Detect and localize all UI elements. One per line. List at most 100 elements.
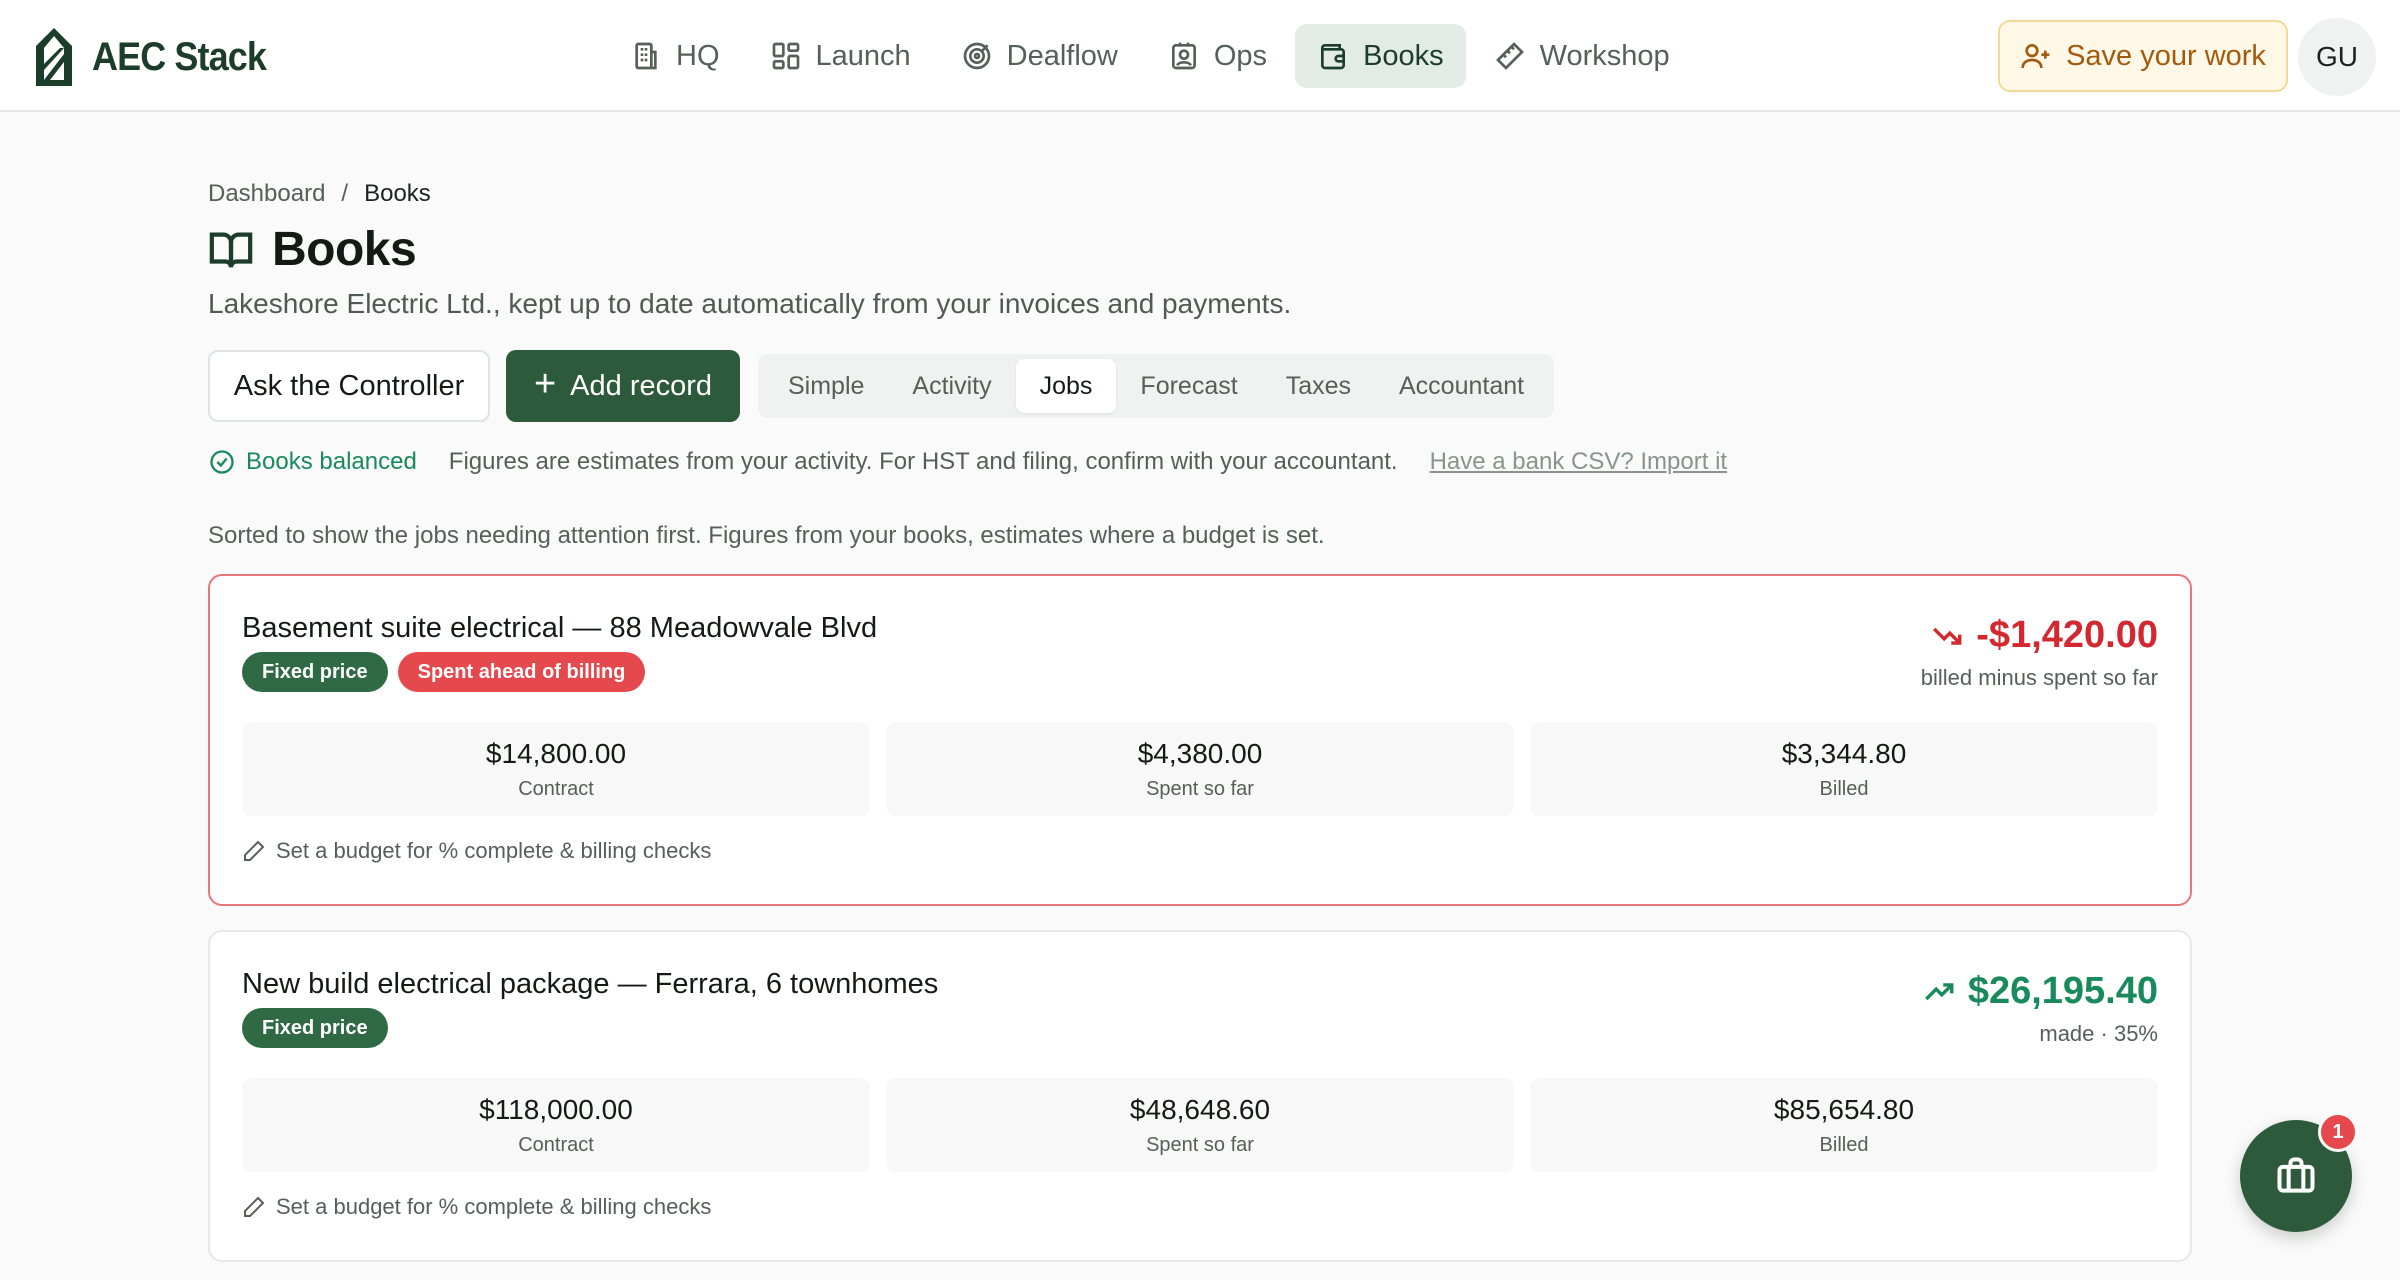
main-nav: HQ Launch Dealflow Ops Books Workshop [608,24,1692,88]
margin-value: $26,195.40 [1967,970,2158,1012]
pencil-icon [244,840,265,861]
job-title: Basement suite electrical — 88 Meadowval… [242,612,878,644]
plus-icon: + [533,363,557,405]
nav-item-launch[interactable]: Launch [748,24,933,88]
margin-caption: billed minus spent so far [1920,665,2158,690]
fixed-price-badge: Fixed price [242,652,388,692]
job-margin: -$1,420.00 billed minus spent so far [1921,614,2158,691]
nav-label: Workshop [1539,39,1670,72]
breadcrumb-separator: / [341,180,349,207]
top-nav-bar: AEC Stack HQ Launch Dealflow Ops Books W… [0,0,2400,112]
nav-item-hq[interactable]: HQ [608,24,742,88]
grid-icon [772,42,799,70]
margin-amount: $26,195.40 [1922,970,2158,1013]
spent-label: Spent so far [1146,1133,1254,1156]
set-budget-label: Set a budget for % complete & billing ch… [276,838,712,863]
open-book-icon [209,232,253,268]
billed-stat: $3,344.80 Billed [1530,722,2158,816]
sorted-note: Sorted to show the jobs needing attentio… [208,522,1325,549]
ruler-icon [1495,42,1524,70]
breadcrumb-dashboard-link[interactable]: Dashboard [208,180,325,208]
tab-accountant[interactable]: Accountant [1375,359,1548,413]
tab-jobs[interactable]: Jobs [1015,359,1117,413]
spent-stat: $48,648.60 Spent so far [886,1078,1514,1172]
billed-value: $3,344.80 [1781,737,1907,769]
set-budget-link[interactable]: Set a budget for % complete & billing ch… [242,1194,711,1220]
contract-stat: $118,000.00 Contract [242,1078,870,1172]
books-view-tabs: Simple Activity Jobs Forecast Taxes Acco… [758,354,1555,418]
estimates-disclaimer: Figures are estimates from your activity… [448,448,1398,475]
margin-amount: -$1,420.00 [1921,614,2158,657]
nav-label: Books [1363,39,1444,72]
set-budget-label: Set a budget for % complete & billing ch… [276,1194,712,1219]
job-stats: $118,000.00 Contract $48,648.60 Spent so… [242,1078,2158,1172]
job-stats: $14,800.00 Contract $4,380.00 Spent so f… [242,722,2158,816]
job-title: New build electrical package — Ferrara, … [242,968,939,1000]
contract-label: Contract [518,777,594,800]
breadcrumb: Dashboard / Books [208,180,431,208]
tab-taxes[interactable]: Taxes [1262,359,1375,413]
page-subtitle: Lakeshore Electric Ltd., kept up to date… [208,288,1292,319]
add-record-label: Add record [570,369,713,402]
spent-ahead-badge: Spent ahead of billing [397,652,646,692]
job-card[interactable]: Basement suite electrical — 88 Meadowval… [208,574,2192,906]
job-badges: Fixed price Spent ahead of billing [242,652,646,692]
page-title-row: Books [208,222,417,277]
nav-label: Ops [1213,39,1268,72]
status-row: Books balanced Figures are estimates fro… [208,448,1727,476]
contract-value: $14,800.00 [485,737,627,769]
add-record-button[interactable]: + Add record [506,350,740,422]
job-margin: $26,195.40 made · 35% [1922,970,2158,1047]
page-title: Books [272,223,417,276]
target-icon [963,42,990,70]
briefcase-icon [2277,1157,2315,1193]
building-icon [635,42,657,70]
notification-count-badge: 1 [2318,1112,2358,1152]
nav-item-workshop[interactable]: Workshop [1472,24,1692,88]
margin-caption: made · 35% [2039,1021,2158,1046]
nav-item-books[interactable]: Books [1295,24,1466,88]
margin-value: -$1,420.00 [1976,614,2158,656]
save-button-label: Save your work [2066,39,2266,72]
nav-label: Dealflow [1006,39,1118,72]
books-balanced-label: Books balanced [246,448,417,475]
pencil-icon [244,1196,265,1217]
books-balanced-status: Books balanced [208,448,417,476]
spent-value: $48,648.60 [1129,1093,1271,1125]
fixed-price-badge: Fixed price [242,1008,388,1048]
spent-stat: $4,380.00 Spent so far [886,722,1514,816]
tab-forecast[interactable]: Forecast [1116,359,1261,413]
trending-down-icon [1933,627,1962,645]
job-card[interactable]: New build electrical package — Ferrara, … [208,930,2192,1262]
trending-up-icon [1924,982,1954,1000]
contract-stat: $14,800.00 Contract [242,722,870,816]
import-bank-csv-link[interactable]: Have a bank CSV? Import it [1430,448,1727,476]
wallet-icon [1321,44,1346,70]
billed-label: Billed [1819,1133,1869,1156]
save-your-work-button[interactable]: Save your work [1998,20,2288,92]
spent-label: Spent so far [1146,777,1254,800]
nav-label: Launch [815,39,911,72]
job-badges: Fixed price [242,1008,388,1048]
billed-value: $85,654.80 [1773,1093,1915,1125]
badge-icon [1171,42,1196,70]
set-budget-link[interactable]: Set a budget for % complete & billing ch… [242,838,711,864]
contract-label: Contract [518,1133,594,1156]
user-plus-icon [2021,44,2050,69]
tab-activity[interactable]: Activity [888,359,1015,413]
tab-simple[interactable]: Simple [764,359,888,413]
contract-value: $118,000.00 [479,1093,633,1125]
ask-controller-button[interactable]: Ask the Controller [208,350,490,422]
brand-logo-icon [36,28,72,86]
nav-item-ops[interactable]: Ops [1146,24,1289,88]
brand-name: AEC Stack [92,34,267,79]
brand[interactable]: AEC Stack [30,24,285,90]
nav-label: HQ [676,39,720,72]
breadcrumb-current: Books [364,180,431,207]
billed-stat: $85,654.80 Billed [1530,1078,2158,1172]
avatar[interactable]: GU [2298,18,2376,96]
check-circle-icon [210,450,234,474]
spent-value: $4,380.00 [1137,737,1263,769]
nav-item-dealflow[interactable]: Dealflow [939,24,1140,88]
billed-label: Billed [1819,777,1869,800]
